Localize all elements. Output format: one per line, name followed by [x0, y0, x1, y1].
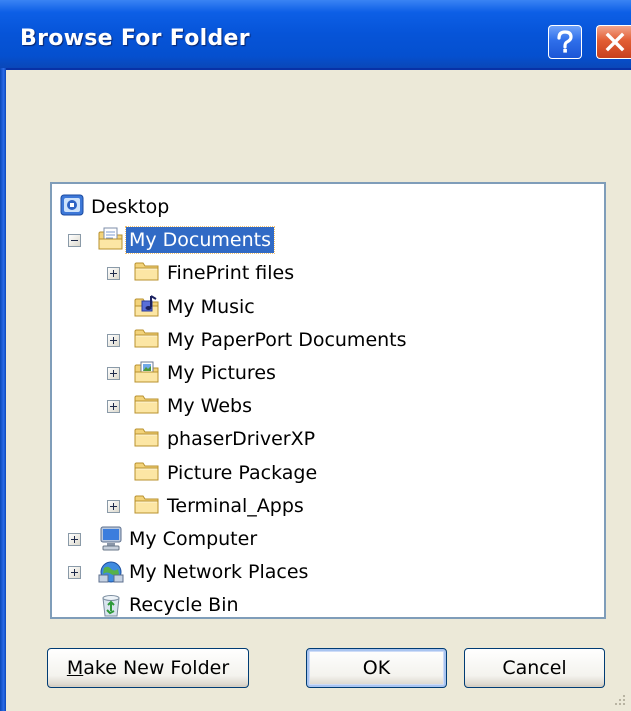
tree-item-label: My PaperPort Documents	[167, 328, 407, 351]
tree-item[interactable]: Picture Package	[52, 457, 604, 490]
tree-item[interactable]: Terminal_Apps	[52, 490, 604, 523]
tree-item-label: My Pictures	[167, 362, 276, 384]
tree-item[interactable]: My Webs	[52, 390, 604, 423]
window-frame-left	[0, 68, 6, 711]
title-bar[interactable]: Browse For Folder	[0, 0, 631, 70]
music-folder-icon	[134, 294, 160, 318]
tree-item-label: My Music	[167, 295, 255, 318]
close-icon	[605, 32, 625, 52]
tree-item-label: Desktop	[91, 196, 170, 218]
expand-icon[interactable]	[107, 267, 120, 281]
cancel-button[interactable]: Cancel	[464, 648, 605, 688]
tree-item-label: FinePrint files	[167, 262, 295, 285]
tree-item[interactable]: FinePrint files	[52, 257, 604, 290]
tree-item[interactable]: My Music	[52, 291, 604, 324]
tree-item-label: Terminal_Apps	[167, 494, 304, 517]
folder-icon	[134, 260, 160, 284]
cancel-label: Cancel	[502, 657, 567, 679]
make-new-folder-label: Make New Folder	[67, 657, 229, 679]
expand-icon[interactable]	[107, 499, 120, 513]
expand-icon[interactable]	[68, 533, 81, 546]
tree-item-label: Picture Package	[167, 461, 318, 484]
network-places-icon	[98, 559, 124, 583]
make-new-folder-text: ake New Folder	[83, 657, 230, 679]
browse-for-folder-dialog: Browse For Folder Desktop My Documents Fin…	[0, 0, 631, 711]
expand-icon[interactable]	[68, 566, 81, 580]
folder-icon	[134, 393, 160, 417]
make-new-folder-accel: M	[66, 657, 84, 679]
tree-item-label: My Network Places	[129, 561, 309, 584]
tree-item-label: My Computer	[129, 528, 258, 550]
resize-grip[interactable]	[613, 693, 627, 707]
computer-icon	[98, 526, 124, 551]
ok-label: OK	[362, 657, 391, 679]
tree-item-label: My Documents	[124, 226, 276, 255]
tree-item[interactable]: My PaperPort Documents	[52, 324, 604, 357]
tree-item-label: My Webs	[167, 395, 252, 418]
expand-icon[interactable]	[107, 400, 120, 414]
tree-item[interactable]: My Documents	[52, 224, 604, 257]
window-title: Browse For Folder	[20, 26, 250, 51]
folder-icon	[134, 426, 160, 450]
close-button[interactable]	[596, 25, 631, 59]
tree-item[interactable]: phaserDriverXP	[52, 423, 604, 456]
tree-item[interactable]: Desktop	[52, 191, 604, 224]
folder-tree[interactable]: Desktop My Documents FinePrint files My Mus…	[50, 182, 606, 619]
help-icon	[555, 30, 575, 54]
expand-icon[interactable]	[107, 367, 120, 380]
tree-item[interactable]: My Computer	[52, 523, 604, 556]
my-documents-folder-icon	[98, 227, 124, 251]
folder-icon	[134, 460, 160, 484]
tree-item[interactable]: Recycle Bin	[52, 589, 604, 622]
folder-icon	[134, 493, 160, 517]
make-new-folder-button[interactable]: Make New Folder	[47, 648, 249, 688]
tree-item[interactable]: My Network Places	[52, 556, 604, 589]
pictures-folder-icon	[134, 360, 160, 384]
collapse-icon[interactable]	[68, 234, 81, 248]
help-button[interactable]	[548, 25, 582, 59]
ok-button[interactable]: OK	[306, 648, 447, 688]
desktop-icon	[60, 194, 86, 218]
recycle-bin-icon	[98, 592, 124, 617]
tree-item-label: Recycle Bin	[129, 594, 239, 617]
tree-item-label: phaserDriverXP	[167, 428, 316, 451]
tree-item[interactable]: My Pictures	[52, 357, 604, 390]
expand-icon[interactable]	[107, 333, 120, 347]
folder-icon	[134, 327, 160, 351]
